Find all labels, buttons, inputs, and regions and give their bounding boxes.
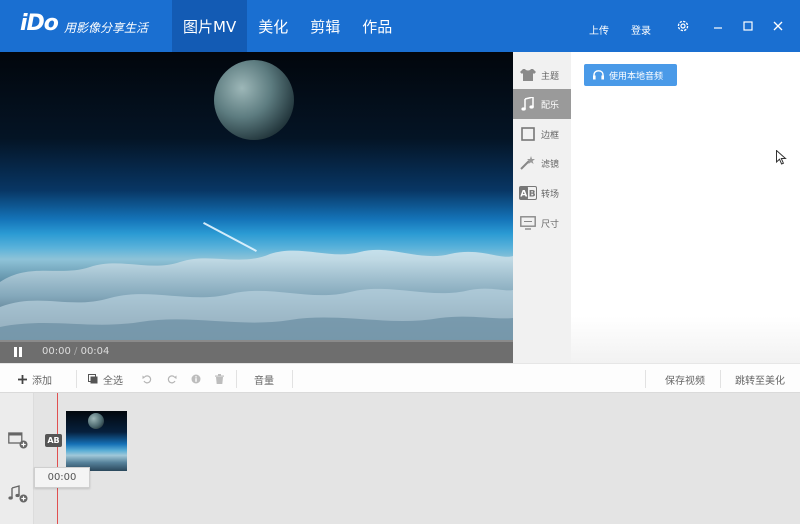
add-label: 添加 xyxy=(32,375,52,387)
timeline-toolbar: 添加 全选 音量 保存视频 跳转至美化 xyxy=(0,363,800,393)
plus-icon xyxy=(18,374,27,384)
app-header: iDo 用影像分享生活 图片MV 美化 剪辑 作品 上传 登录 xyxy=(0,0,800,52)
svg-text:B: B xyxy=(529,190,536,200)
app-slogan: 用影像分享生活 xyxy=(64,21,149,35)
cloud-layer xyxy=(0,249,513,340)
select-all-label: 全选 xyxy=(103,375,123,387)
undo-icon[interactable] xyxy=(142,364,152,394)
redo-icon[interactable] xyxy=(167,364,177,394)
side-tab-label: 配乐 xyxy=(541,100,560,111)
nav-tab-edit[interactable]: 剪辑 xyxy=(299,0,351,52)
side-tab-filter[interactable]: 滤镜 xyxy=(513,148,571,178)
headphones-icon xyxy=(593,70,604,80)
nav-tab-picture-mv[interactable]: 图片MV xyxy=(172,0,248,52)
side-tab-size[interactable]: 尺寸 xyxy=(513,208,571,238)
nav-tab-beautify[interactable]: 美化 xyxy=(247,0,299,52)
current-time: 00:00 xyxy=(42,346,71,357)
tshirt-icon xyxy=(519,66,537,84)
nav-tab-works[interactable]: 作品 xyxy=(351,0,403,52)
save-video-button[interactable]: 保存视频 xyxy=(665,364,705,394)
select-all-button[interactable]: 全选 xyxy=(88,364,123,394)
use-local-audio-label: 使用本地音频 xyxy=(609,71,664,82)
upload-link[interactable]: 上传 xyxy=(589,22,609,37)
side-tab-bar: 主题 配乐 边框 滤镜 AB 转场 尺寸 xyxy=(513,52,571,363)
gear-icon[interactable] xyxy=(671,14,695,38)
magic-wand-icon xyxy=(519,154,537,172)
side-tab-label: 主题 xyxy=(541,71,560,82)
playhead-time-tooltip: 00:00 xyxy=(34,467,90,488)
playback-time: 00:00 / 00:04 xyxy=(42,346,109,357)
goto-beautify-label: 跳转至美化 xyxy=(735,375,785,387)
pause-icon[interactable] xyxy=(14,347,24,357)
screen-size-icon xyxy=(519,214,537,232)
goto-beautify-button[interactable]: 跳转至美化 xyxy=(735,364,785,394)
timeline-area[interactable]: AB 00:00 xyxy=(0,393,800,524)
close-icon[interactable] xyxy=(766,14,790,38)
track-header-column xyxy=(0,393,34,524)
login-link[interactable]: 登录 xyxy=(631,22,651,37)
side-tab-label: 尺寸 xyxy=(541,219,560,230)
side-tab-label: 滤镜 xyxy=(541,159,560,170)
side-tab-frame[interactable]: 边框 xyxy=(513,119,571,149)
side-tab-theme[interactable]: 主题 xyxy=(513,60,571,90)
side-tab-label: 边框 xyxy=(541,130,560,141)
side-tab-label: 转场 xyxy=(541,189,560,200)
minimize-icon[interactable] xyxy=(706,14,730,38)
video-preview[interactable] xyxy=(0,52,513,340)
save-video-label: 保存视频 xyxy=(665,375,705,387)
app-logo: iDo xyxy=(20,11,59,36)
side-tab-transition[interactable]: AB 转场 xyxy=(513,178,571,208)
transition-badge[interactable]: AB xyxy=(45,434,62,447)
volume-label: 音量 xyxy=(254,375,274,387)
side-tab-music[interactable]: 配乐 xyxy=(513,89,571,119)
add-music-track-icon[interactable] xyxy=(8,485,28,503)
add-button[interactable]: 添加 xyxy=(18,364,52,394)
time-separator: / xyxy=(74,346,78,357)
trash-icon[interactable] xyxy=(215,364,224,394)
playback-progress-bar[interactable] xyxy=(0,340,513,342)
timeline-playhead[interactable] xyxy=(57,393,58,524)
music-panel: 使用本地音频 xyxy=(571,52,800,363)
music-note-icon xyxy=(519,95,537,113)
select-all-icon xyxy=(88,374,98,384)
total-time: 00:04 xyxy=(80,346,110,357)
mouse-cursor-icon xyxy=(776,150,787,165)
player-controls: 00:00 / 00:04 xyxy=(0,340,513,363)
info-icon[interactable] xyxy=(191,364,201,394)
add-video-track-icon[interactable] xyxy=(8,431,28,449)
volume-button[interactable]: 音量 xyxy=(254,364,274,394)
frame-icon xyxy=(519,125,537,143)
use-local-audio-button[interactable]: 使用本地音频 xyxy=(584,64,677,86)
thumbnail-planet xyxy=(88,413,104,429)
main-nav: 图片MV 美化 剪辑 作品 xyxy=(172,0,403,52)
transition-ab-icon: AB xyxy=(519,184,537,202)
planet-image xyxy=(214,60,294,140)
timeline-clip-thumbnail[interactable] xyxy=(66,411,127,471)
svg-text:A: A xyxy=(520,190,527,200)
maximize-icon[interactable] xyxy=(736,14,760,38)
